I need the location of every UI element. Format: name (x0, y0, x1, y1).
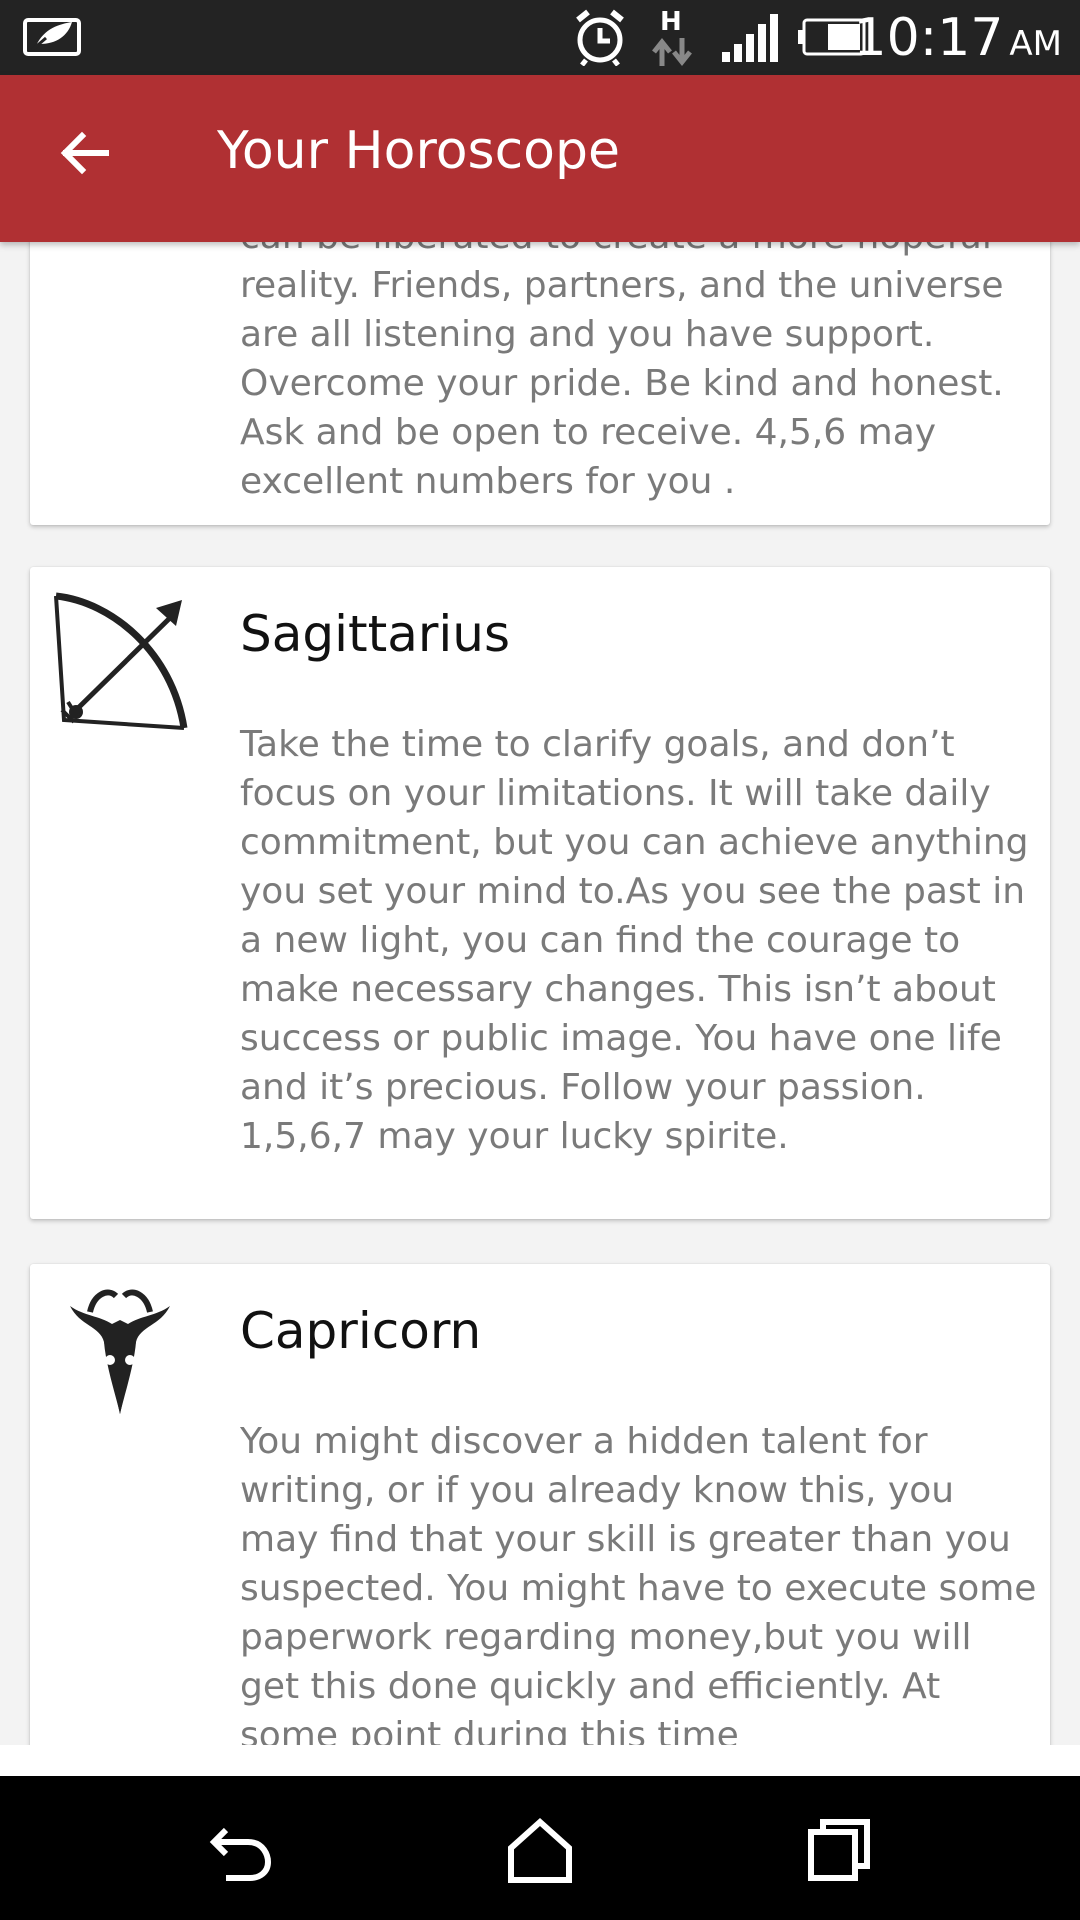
recents-nav-icon[interactable] (805, 1816, 875, 1886)
page-title: Your Horoscope (217, 121, 620, 181)
horoscope-description: can be liberated to create a more hopefu… (240, 242, 1004, 502)
alarm-icon (572, 8, 628, 70)
home-nav-icon[interactable] (505, 1816, 575, 1886)
capricorn-goat-icon (60, 1286, 200, 1426)
app-toolbar: Your Horoscope (0, 75, 1080, 242)
sign-name: Sagittarius (240, 605, 511, 663)
signal-icon (720, 14, 780, 66)
horoscope-description: You might discover a hidden talent for w… (240, 1421, 1037, 1745)
back-nav-icon[interactable] (206, 1816, 276, 1886)
horoscope-card[interactable]: can be liberated to create a more hopefu… (30, 242, 1050, 525)
notification-icon (22, 14, 84, 58)
back-button[interactable] (45, 115, 125, 195)
status-bar: H 10:17 AM (0, 0, 1080, 75)
horoscope-card-capricorn[interactable]: Capricorn You might discover a hidden ta… (30, 1264, 1050, 1745)
sagittarius-bow-arrow-icon (52, 592, 192, 732)
arrow-left-icon (60, 128, 110, 182)
status-clock: 10:17 AM (853, 8, 1062, 68)
horoscope-list[interactable]: can be liberated to create a more hopefu… (0, 242, 1080, 1745)
system-navigation-bar (0, 1776, 1080, 1920)
sign-name: Capricorn (240, 1302, 482, 1360)
horoscope-card-sagittarius[interactable]: Sagittarius Take the time to clarify goa… (30, 567, 1050, 1219)
horoscope-description: Take the time to clarify goals, and don’… (240, 724, 1029, 1157)
data-arrows-icon: H (648, 6, 698, 72)
network-type-label: H (660, 7, 682, 37)
